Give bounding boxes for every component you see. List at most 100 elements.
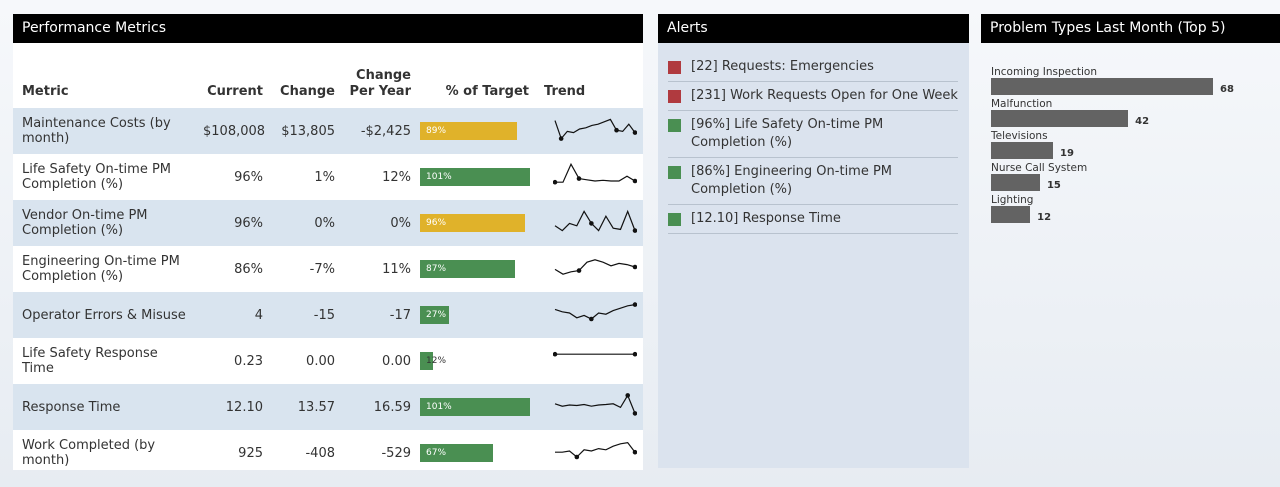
change-per-year-value: 0% (341, 200, 417, 246)
current-value: 86% (234, 261, 263, 277)
column-header-change[interactable]: Change (269, 43, 341, 108)
table-row[interactable]: Life Safety On-time PM Completion (%) 96%… (13, 154, 643, 200)
alert-status-square-icon (668, 166, 681, 179)
metric-name: Work Completed (by month) (22, 438, 156, 468)
problem-type-bar (991, 78, 1213, 95)
change-per-year-value: 0.00 (382, 353, 411, 369)
trend-sparkline (554, 118, 638, 141)
performance-metrics-title: Performance Metrics (13, 14, 643, 43)
trend-point (576, 176, 582, 181)
pct-target-bar: 67% (420, 444, 530, 462)
problem-type-item: Malfunction 42 (991, 98, 1280, 127)
trend-point (632, 411, 638, 416)
column-header-current[interactable]: Current (197, 43, 269, 108)
trend-point (632, 351, 638, 357)
trend-line (554, 394, 636, 414)
pct-target-bar: 12% (420, 352, 530, 370)
trend-sparkline (555, 441, 638, 460)
problem-type-label: Lighting (991, 194, 1034, 206)
trend-sparkline (552, 351, 638, 357)
trend-point (576, 268, 582, 273)
alert-text: [22] Requests: Emergencies (691, 59, 874, 74)
pct-target-cell: 12% (417, 338, 535, 384)
pct-target-cell: 67% (417, 430, 535, 476)
problem-type-bar (991, 142, 1054, 159)
change-value: -15 (269, 292, 341, 338)
current-value: 0.23 (234, 353, 263, 369)
table-row[interactable]: Operator Errors & Misuse 4 -15 -17 27% (13, 292, 643, 338)
pct-target-cell: 101% (417, 384, 535, 430)
column-header-change-per-year[interactable]: Change Per Year (341, 43, 417, 108)
trend-sparkline (554, 302, 638, 322)
metric-name: Life Safety On-time PM Completion (%) (22, 162, 171, 192)
change-per-year-value: 12% (382, 169, 411, 185)
alert-text: [86%] Engineering On-time PM Completion … (691, 164, 893, 197)
alert-item[interactable]: [86%] Engineering On-time PM Completion … (668, 158, 958, 205)
alert-text: [12.10] Response Time (691, 211, 841, 226)
problem-type-value: 42 (1135, 116, 1150, 127)
column-header-metric[interactable]: Metric (13, 43, 197, 108)
pct-target-cell: 27% (417, 292, 535, 338)
alert-item[interactable]: [231] Work Requests Open for One Week (668, 82, 958, 111)
trend-point (589, 316, 594, 322)
alerts-title: Alerts (658, 14, 969, 43)
alert-text: [96%] Life Safety On-time PM Completion … (691, 117, 884, 150)
trend-line (554, 259, 636, 275)
performance-metrics-panel: Performance Metrics Metric Current Chang… (13, 14, 643, 470)
problem-type-bar (991, 174, 1040, 191)
table-row[interactable]: Engineering On-time PM Completion (%) 86%… (13, 246, 643, 292)
problem-type-item: Nurse Call System 15 (991, 162, 1280, 191)
problem-type-label: Nurse Call System (991, 162, 1088, 174)
table-row[interactable]: Work Completed (by month) 925 -408 -529 67% (13, 430, 643, 476)
pct-target-bar: 87% (420, 260, 530, 278)
pct-target-cell: 87% (417, 246, 535, 292)
alert-item[interactable]: [12.10] Response Time (668, 205, 958, 234)
trend-cell (535, 430, 643, 476)
pct-target-label: 27% (426, 310, 447, 320)
pct-target-label: 67% (426, 448, 447, 458)
alert-item[interactable]: [96%] Life Safety On-time PM Completion … (668, 111, 958, 158)
alert-item[interactable]: [22] Requests: Emergencies (668, 53, 958, 82)
trend-point (614, 127, 619, 133)
metric-name: Maintenance Costs (by month) (13, 108, 197, 154)
problem-type-item: Incoming Inspection 68 (991, 66, 1280, 95)
trend-point (552, 179, 558, 185)
trend-cell (535, 108, 643, 154)
metric-name: Response Time (13, 384, 197, 430)
trend-line (555, 162, 636, 183)
change-value: $13,805 (269, 108, 341, 154)
table-row[interactable]: Response Time 12.10 13.57 16.59 101% (13, 384, 643, 430)
trend-cell (535, 246, 643, 292)
table-row[interactable]: Life Safety Response Time 0.23 0.00 0.00 12% (13, 338, 643, 384)
metric-name: Vendor On-time PM Completion (%) (13, 200, 197, 246)
pct-target-cell: 101% (417, 154, 535, 200)
change-value: 1% (314, 169, 335, 185)
trend-line (554, 118, 636, 140)
table-row[interactable]: Vendor On-time PM Completion (%) 96% 0% 0% 9… (13, 200, 643, 246)
change-value: 13.57 (269, 384, 341, 430)
trend-cell (535, 292, 643, 338)
trend-point (589, 221, 594, 226)
trend-point (574, 454, 580, 460)
trend-cell (535, 384, 643, 430)
problem-type-value: 19 (1060, 148, 1074, 159)
change-per-year-value: 11% (382, 261, 411, 277)
change-value: 0.00 (306, 353, 335, 369)
current-value: 12.10 (197, 384, 269, 430)
pct-target-bar: 101% (420, 398, 530, 416)
column-header-pct-target[interactable]: % of Target (417, 43, 535, 108)
metric-name: Operator Errors & Misuse (13, 292, 197, 338)
column-header-trend[interactable]: Trend (535, 43, 643, 108)
alerts-panel: Alerts [22] Requests: Emergencies [231] W… (658, 14, 969, 468)
pct-target-cell: 96% (417, 200, 535, 246)
trend-sparkline (554, 393, 638, 416)
current-value: 925 (238, 445, 263, 461)
alert-status-square-icon (668, 119, 681, 132)
change-value: -408 (305, 445, 335, 461)
pct-target-bar: 101% (420, 168, 530, 186)
pct-target-label: 89% (426, 126, 447, 136)
trend-point (558, 136, 564, 141)
pct-target-bar: 27% (420, 306, 530, 324)
table-row[interactable]: Maintenance Costs (by month) $108,008 $13,… (13, 108, 643, 154)
metric-name: Life Safety Response Time (22, 346, 158, 376)
